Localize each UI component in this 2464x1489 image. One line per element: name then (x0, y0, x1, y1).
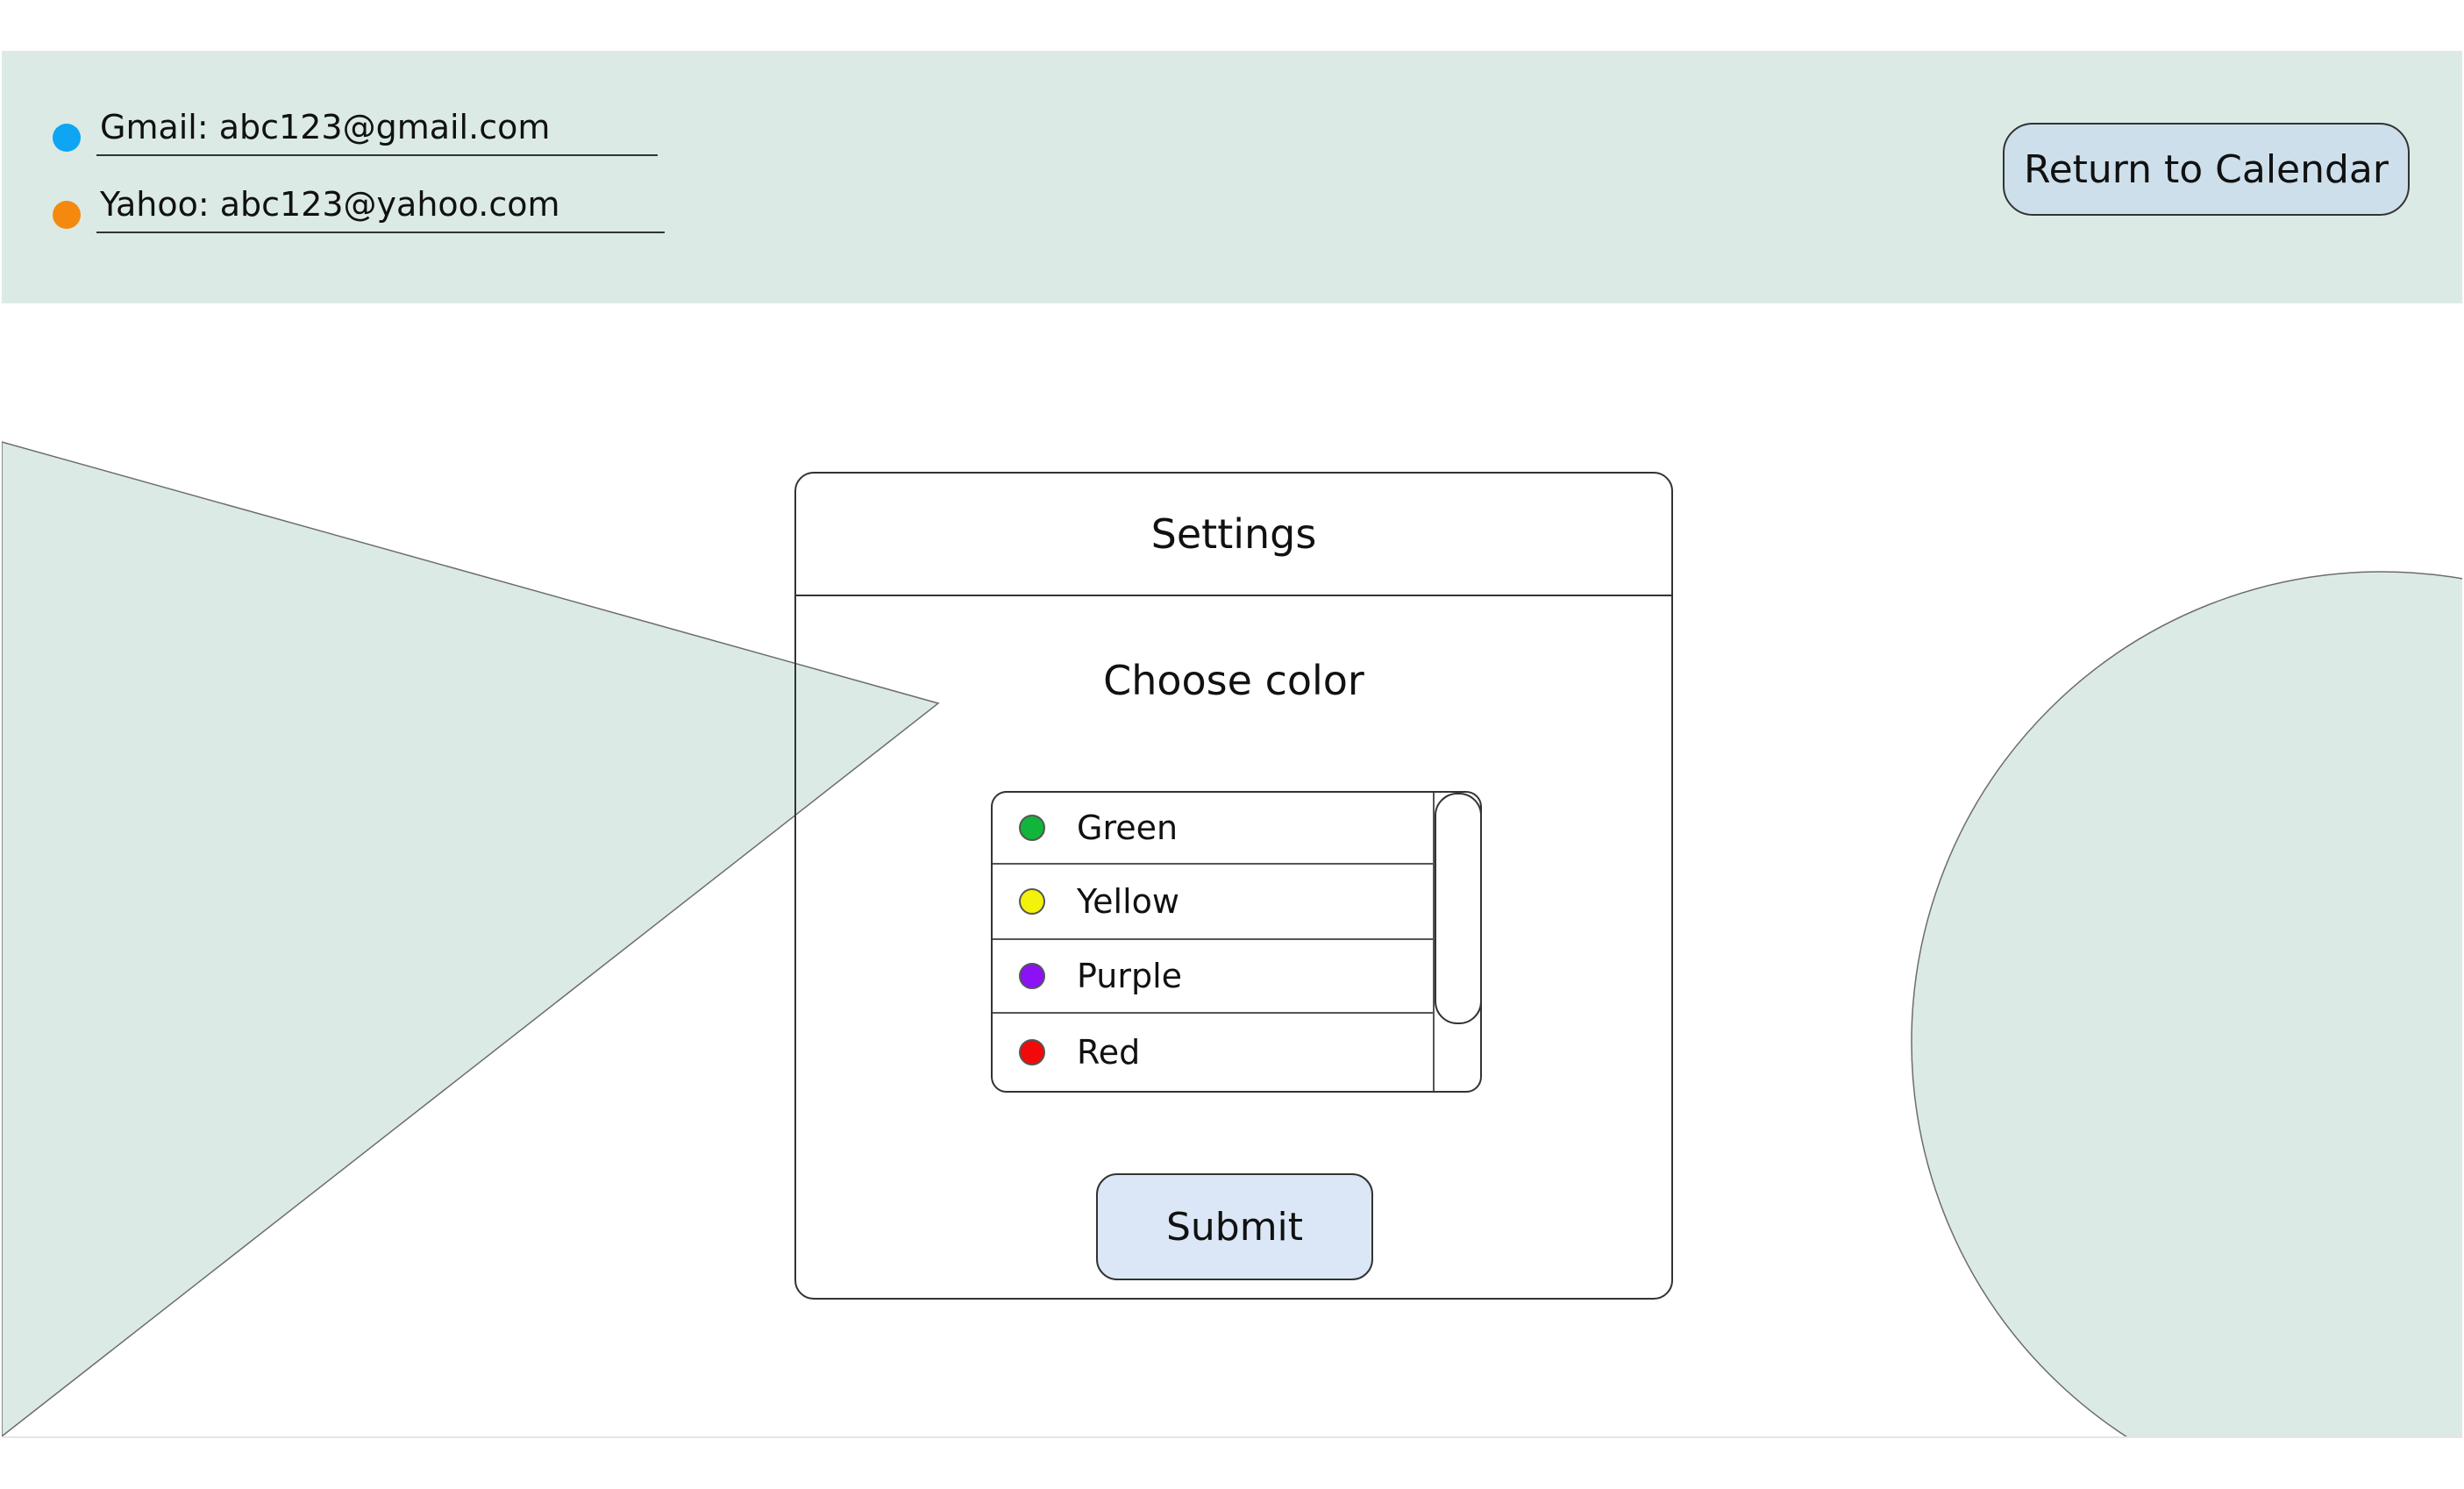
submit-button[interactable]: Submit (1096, 1173, 1373, 1280)
red-swatch-icon (1019, 1039, 1045, 1065)
color-listbox[interactable]: Green Yellow Purple Red (991, 791, 1482, 1093)
color-option-yellow[interactable]: Yellow (993, 865, 1433, 938)
color-option-green[interactable]: Green (993, 793, 1433, 863)
purple-swatch-icon (1019, 963, 1045, 989)
yellow-swatch-icon (1019, 888, 1045, 915)
color-option-red[interactable]: Red (993, 1014, 1433, 1091)
yahoo-account-label: Yahoo: abc123@yahoo.com (96, 184, 665, 233)
color-option-label: Red (1077, 1033, 1141, 1072)
background-circle (1911, 571, 2462, 1436)
gmail-account-label: Gmail: abc123@gmail.com (96, 107, 658, 156)
choose-color-label: Choose color (1103, 657, 1364, 704)
settings-panel: Settings Choose color Green Yellow Purpl… (794, 472, 1673, 1300)
accounts-header: Gmail: abc123@gmail.com Yahoo: abc123@ya… (2, 53, 2462, 303)
green-swatch-icon (1019, 815, 1045, 841)
settings-title: Settings (796, 474, 1671, 596)
color-option-label: Green (1077, 809, 1179, 847)
scrollbar-thumb[interactable] (1435, 793, 1480, 1024)
return-to-calendar-button[interactable]: Return to Calendar (2003, 123, 2410, 216)
yahoo-color-dot (53, 201, 81, 229)
color-option-label: Purple (1077, 957, 1183, 995)
account-gmail[interactable]: Gmail: abc123@gmail.com (53, 107, 658, 156)
app-frame: Gmail: abc123@gmail.com Yahoo: abc123@ya… (2, 51, 2462, 1438)
gmail-color-dot (53, 124, 81, 152)
color-option-label: Yellow (1077, 882, 1179, 921)
color-option-purple[interactable]: Purple (993, 940, 1433, 1012)
account-yahoo[interactable]: Yahoo: abc123@yahoo.com (53, 184, 665, 233)
